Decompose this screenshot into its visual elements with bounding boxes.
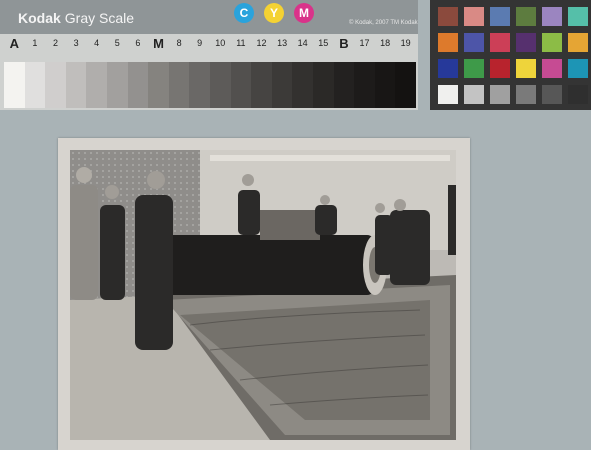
color-patch: [438, 7, 458, 26]
gray-scale-label-4: 4: [94, 38, 100, 48]
gray-scale-label-19: 19: [400, 38, 411, 48]
archival-photograph: [70, 150, 456, 440]
gray-patch: [45, 62, 66, 108]
gray-scale-label-5: 5: [114, 38, 120, 48]
gray-scale-label-8: 8: [176, 38, 182, 48]
gray-scale-label-6: 6: [135, 38, 141, 48]
color-patch: [542, 59, 562, 78]
gray-patch: [4, 62, 25, 108]
color-patch: [490, 7, 510, 26]
color-patch: [516, 85, 536, 104]
gray-scale-label-15: 15: [318, 38, 329, 48]
gray-scale-strip: [4, 62, 416, 108]
gray-patch: [24, 62, 46, 108]
gray-scale-label-M: M: [153, 36, 164, 51]
gray-scale-labels: A 1 2 3 4 5 6 M 8 9 10 11 12 13 14 15 B 17 18 19: [0, 36, 418, 60]
gray-scale-label-3: 3: [73, 38, 79, 48]
color-patch: [568, 59, 588, 78]
color-patch: [464, 7, 484, 26]
color-control-card: [430, 0, 591, 110]
color-patch: [568, 33, 588, 52]
gray-scale-label-18: 18: [380, 38, 391, 48]
gray-scale-title: Kodak Gray Scale: [18, 10, 134, 26]
gray-scale-label-11: 11: [236, 38, 246, 48]
magenta-dot: M: [294, 3, 314, 23]
color-patch: [542, 85, 562, 104]
gray-patch: [189, 62, 210, 108]
color-patch: [516, 33, 536, 52]
color-patch: [438, 85, 458, 104]
yellow-dot: Y: [264, 3, 284, 23]
color-patch: [568, 85, 588, 104]
gray-scale-label-14: 14: [297, 38, 308, 48]
color-patch: [490, 33, 510, 52]
color-patch: [464, 85, 484, 104]
kodak-brand: Kodak: [18, 10, 61, 26]
gray-scale-label-9: 9: [197, 38, 203, 48]
gray-patch: [230, 62, 252, 108]
gray-patch: [395, 62, 416, 108]
gray-patch: [65, 62, 87, 108]
color-patch: [464, 59, 484, 78]
photo-mount: [58, 138, 470, 450]
gray-patch: [127, 62, 149, 108]
kodak-gray-scale-card: Kodak Gray Scale C Y M © Kodak, 2007 TM K…: [0, 0, 418, 110]
gray-scale-header: Kodak Gray Scale C Y M © Kodak, 2007 TM K…: [0, 0, 418, 34]
gray-patch: [312, 62, 334, 108]
color-patch: [438, 59, 458, 78]
color-patch: [490, 85, 510, 104]
copyright-text: © Kodak, 2007 TM Kodak: [349, 20, 418, 26]
gray-scale-label-B: B: [339, 36, 349, 51]
gray-patch: [168, 62, 190, 108]
gray-patch: [333, 62, 355, 108]
gray-patch: [148, 62, 169, 108]
color-patch: [516, 7, 536, 26]
gray-patch: [86, 62, 107, 108]
color-patch: [568, 7, 588, 26]
gray-patch: [292, 62, 313, 108]
gray-patch: [374, 62, 396, 108]
color-patch: [516, 59, 536, 78]
color-patch: [542, 33, 562, 52]
gray-scale-label-13: 13: [277, 38, 288, 48]
gray-patch: [251, 62, 272, 108]
gray-scale-label-12: 12: [256, 38, 267, 48]
gray-scale-label-10: 10: [215, 38, 226, 48]
gray-scale-label: Gray Scale: [64, 10, 135, 26]
color-patch: [490, 59, 510, 78]
gray-scale-label-1: 1: [32, 38, 38, 48]
gray-scale-label-A: A: [9, 36, 19, 51]
gray-scale-label-2: 2: [52, 38, 58, 48]
gray-patch: [271, 62, 293, 108]
color-patch: [438, 33, 458, 52]
cyan-dot: C: [234, 3, 254, 23]
color-patch: [464, 33, 484, 52]
gray-scale-label-17: 17: [359, 38, 370, 48]
gray-patch: [106, 62, 128, 108]
gray-patch: [354, 62, 375, 108]
gray-patch: [209, 62, 231, 108]
color-patch: [542, 7, 562, 26]
